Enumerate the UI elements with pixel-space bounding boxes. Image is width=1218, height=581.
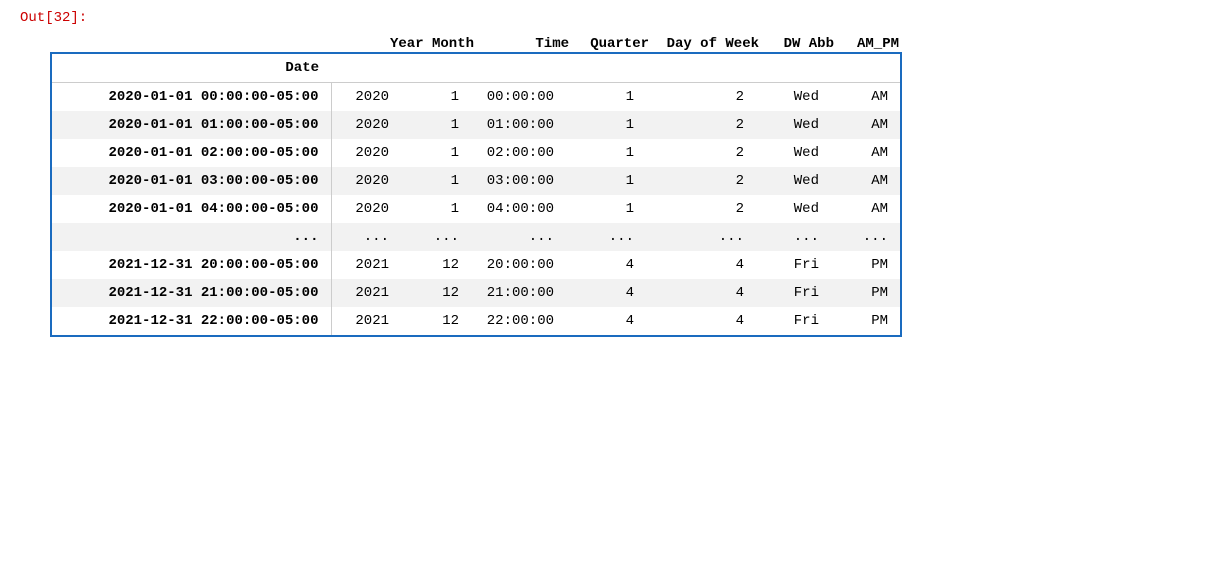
month-cell: 1 [401,139,471,167]
col-header-time: Time [474,36,569,52]
am-pm-cell: ... [831,223,901,251]
quarter-cell: 1 [566,111,646,139]
quarter-cell: 4 [566,279,646,307]
quarter-cell: 1 [566,83,646,112]
year-cell: 2020 [331,83,401,112]
am-pm-cell: AM [831,195,901,223]
dw-abb-cell: Wed [756,167,831,195]
col-header-dw-abb: DW Abb [759,36,834,52]
am-pm-cell: AM [831,83,901,112]
month-cell: 1 [401,195,471,223]
date-cell: 2020-01-01 02:00:00-05:00 [51,139,331,167]
dow-cell: 2 [646,195,756,223]
year-cell: ... [331,223,401,251]
dow-cell: 2 [646,167,756,195]
dow-cell: 2 [646,111,756,139]
quarter-cell: 4 [566,307,646,336]
dw-abb-cell: Wed [756,139,831,167]
date-column-header: Date [51,53,331,83]
table-row: 2021-12-31 20:00:00-05:0020211220:00:004… [51,251,901,279]
time-cell: ... [471,223,566,251]
table-row: ........................ [51,223,901,251]
time-cell: 20:00:00 [471,251,566,279]
month-cell: ... [401,223,471,251]
date-cell: 2021-12-31 20:00:00-05:00 [51,251,331,279]
data-table: Date 2020-01-01 00:00:00-05:002020100:00… [50,52,902,337]
time-cell: 01:00:00 [471,111,566,139]
dow-cell: 2 [646,139,756,167]
quarter-cell: 4 [566,251,646,279]
year-cell: 2021 [331,279,401,307]
dow-cell: 4 [646,251,756,279]
dw-abb-cell: ... [756,223,831,251]
quarter-cell: 1 [566,167,646,195]
quarter-cell: ... [566,223,646,251]
year-cell: 2020 [331,139,401,167]
col-header-year-month: Year Month [354,36,474,52]
time-cell: 04:00:00 [471,195,566,223]
col-header-day-of-week: Day of Week [649,36,759,52]
am-pm-cell: AM [831,111,901,139]
dw-abb-cell: Wed [756,83,831,112]
date-cell: 2021-12-31 22:00:00-05:00 [51,307,331,336]
time-cell: 22:00:00 [471,307,566,336]
am-pm-cell: PM [831,279,901,307]
dw-abb-cell: Fri [756,279,831,307]
year-cell: 2020 [331,167,401,195]
date-cell: 2021-12-31 21:00:00-05:00 [51,279,331,307]
quarter-cell: 1 [566,139,646,167]
month-cell: 12 [401,251,471,279]
date-cell: 2020-01-01 03:00:00-05:00 [51,167,331,195]
quarter-cell: 1 [566,195,646,223]
time-cell: 00:00:00 [471,83,566,112]
table-row: 2020-01-01 01:00:00-05:002020101:00:0012… [51,111,901,139]
month-cell: 1 [401,83,471,112]
am-pm-cell: AM [831,167,901,195]
table-row: 2020-01-01 03:00:00-05:002020103:00:0012… [51,167,901,195]
table-row: 2020-01-01 00:00:00-05:002020100:00:0012… [51,83,901,112]
year-cell: 2021 [331,251,401,279]
date-cell: 2020-01-01 00:00:00-05:00 [51,83,331,112]
table-row: 2021-12-31 22:00:00-05:0020211222:00:004… [51,307,901,336]
dw-abb-cell: Fri [756,307,831,336]
year-cell: 2020 [331,195,401,223]
dow-cell: ... [646,223,756,251]
month-cell: 12 [401,279,471,307]
dow-cell: 4 [646,279,756,307]
table-row: 2020-01-01 04:00:00-05:002020104:00:0012… [51,195,901,223]
am-pm-cell: AM [831,139,901,167]
date-cell: ... [51,223,331,251]
time-cell: 03:00:00 [471,167,566,195]
year-cell: 2021 [331,307,401,336]
time-cell: 02:00:00 [471,139,566,167]
date-cell: 2020-01-01 01:00:00-05:00 [51,111,331,139]
dow-cell: 2 [646,83,756,112]
table-row: 2021-12-31 21:00:00-05:0020211221:00:004… [51,279,901,307]
col-header-quarter: Quarter [569,36,649,52]
col-header-am-pm: AM_PM [834,36,899,52]
table-row: 2020-01-01 02:00:00-05:002020102:00:0012… [51,139,901,167]
year-cell: 2020 [331,111,401,139]
month-cell: 12 [401,307,471,336]
dw-abb-cell: Wed [756,111,831,139]
output-label: Out[32]: [20,10,1198,26]
month-cell: 1 [401,111,471,139]
dw-abb-cell: Wed [756,195,831,223]
am-pm-cell: PM [831,251,901,279]
date-cell: 2020-01-01 04:00:00-05:00 [51,195,331,223]
dow-cell: 4 [646,307,756,336]
dw-abb-cell: Fri [756,251,831,279]
time-cell: 21:00:00 [471,279,566,307]
am-pm-cell: PM [831,307,901,336]
month-cell: 1 [401,167,471,195]
